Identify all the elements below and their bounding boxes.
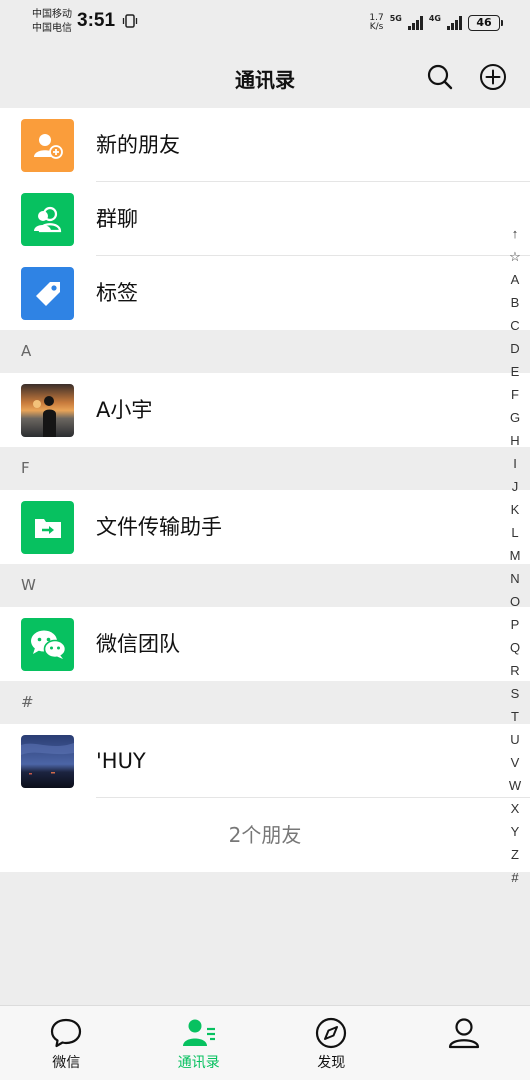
tab-discover[interactable]: 发现 bbox=[265, 1006, 398, 1080]
index-letter[interactable]: ☆ bbox=[509, 245, 521, 268]
contact-name: 微信团队 bbox=[96, 632, 180, 656]
net-type-1: 5G bbox=[389, 13, 402, 23]
vibrate-icon bbox=[122, 14, 138, 28]
group-chats-label: 群聊 bbox=[96, 207, 138, 231]
index-letter[interactable]: R bbox=[510, 659, 519, 682]
index-letter[interactable]: J bbox=[512, 475, 519, 498]
index-letter[interactable]: A bbox=[511, 268, 520, 291]
index-letter[interactable]: Q bbox=[510, 636, 520, 659]
group-icon bbox=[21, 193, 74, 246]
index-letter[interactable]: N bbox=[510, 567, 519, 590]
index-letter[interactable]: O bbox=[510, 590, 520, 613]
tags-label: 标签 bbox=[96, 281, 138, 305]
section-header-hash: # bbox=[0, 681, 530, 724]
plus-circle-icon[interactable] bbox=[478, 62, 508, 92]
tags-item[interactable]: 标签 bbox=[0, 256, 530, 330]
index-letter[interactable]: X bbox=[511, 797, 520, 820]
contact-row[interactable]: 文件传输助手 bbox=[0, 490, 530, 564]
index-letter[interactable]: P bbox=[511, 613, 520, 636]
net-type-2: 4G bbox=[428, 13, 441, 23]
index-letter[interactable]: F bbox=[511, 383, 519, 406]
index-letter[interactable]: L bbox=[511, 521, 518, 544]
status-bar: 中国移动 中国电信 3:51 1.7 K/s 5G 4G 46 bbox=[0, 0, 530, 44]
add-friend-icon bbox=[21, 119, 74, 172]
index-letter[interactable]: U bbox=[510, 728, 519, 751]
index-letter[interactable]: H bbox=[510, 429, 519, 452]
person-icon bbox=[448, 1018, 479, 1049]
tab-contacts[interactable]: 通讯录 bbox=[133, 1006, 266, 1080]
tab-me[interactable]: 我 bbox=[398, 1006, 530, 1080]
tab-chats[interactable]: 微信 bbox=[0, 1006, 133, 1080]
signal-icon-1 bbox=[407, 16, 423, 30]
bottom-tab-bar: 微信 通讯录 发现 我 bbox=[0, 1005, 530, 1080]
contacts-list: 新的朋友 群聊 标签 A A小宇 F 文件传输助手 W 微信团队 # 'HUY … bbox=[0, 108, 530, 872]
index-letter[interactable]: V bbox=[511, 751, 520, 774]
new-friends-label: 新的朋友 bbox=[96, 133, 180, 157]
tab-label: 通讯录 bbox=[177, 1055, 220, 1071]
index-letter[interactable]: Z bbox=[511, 843, 519, 866]
contacts-icon bbox=[182, 1019, 215, 1046]
index-letter[interactable]: S bbox=[511, 682, 520, 705]
contact-row[interactable]: 'HUY bbox=[0, 724, 530, 798]
friend-count: 2个朋友 bbox=[0, 798, 530, 872]
section-header-a: A bbox=[0, 330, 530, 373]
tag-icon bbox=[21, 267, 74, 320]
search-icon[interactable] bbox=[425, 62, 455, 92]
contact-name: A小宇 bbox=[96, 398, 153, 422]
clock: 3:51 bbox=[77, 10, 116, 31]
new-friends-item[interactable]: 新的朋友 bbox=[0, 108, 530, 182]
net-speed: 1.7 K/s bbox=[369, 13, 384, 32]
index-letter[interactable]: T bbox=[511, 705, 519, 728]
divider bbox=[96, 797, 530, 798]
group-chats-item[interactable]: 群聊 bbox=[0, 182, 530, 256]
alphabet-index-bar[interactable]: ↑ ☆ A B C D E F G H I J K L M N O P Q R … bbox=[506, 222, 524, 889]
compass-icon bbox=[316, 1017, 347, 1049]
tab-label: 微信 bbox=[52, 1055, 81, 1071]
chat-bubble-icon bbox=[51, 1018, 82, 1048]
file-transfer-icon bbox=[21, 501, 74, 554]
contact-avatar-sunset bbox=[21, 384, 74, 437]
carrier-1: 中国移动 bbox=[32, 9, 72, 20]
wechat-icon bbox=[21, 618, 74, 671]
index-letter[interactable]: M bbox=[510, 544, 521, 567]
index-letter[interactable]: G bbox=[510, 406, 520, 429]
status-indicators: 1.7 K/s 5G 4G 46 bbox=[369, 12, 503, 34]
index-letter[interactable]: I bbox=[513, 452, 517, 475]
section-header-w: W bbox=[0, 564, 530, 607]
index-letter[interactable]: E bbox=[511, 360, 520, 383]
header: 通讯录 bbox=[0, 44, 530, 108]
index-letter[interactable]: D bbox=[510, 337, 519, 360]
contact-name: 文件传输助手 bbox=[96, 515, 222, 539]
index-letter[interactable]: # bbox=[511, 866, 518, 889]
carrier-info: 中国移动 中国电信 bbox=[32, 8, 72, 36]
signal-icon-2 bbox=[447, 16, 462, 30]
index-letter[interactable]: B bbox=[511, 291, 520, 314]
carrier-2: 中国电信 bbox=[32, 23, 72, 34]
index-letter[interactable]: ↑ bbox=[512, 222, 519, 245]
tab-label: 发现 bbox=[317, 1055, 346, 1071]
section-header-f: F bbox=[0, 447, 530, 490]
index-letter[interactable]: Y bbox=[511, 820, 520, 843]
index-letter[interactable]: C bbox=[510, 314, 519, 337]
contact-row[interactable]: A小宇 bbox=[0, 373, 530, 447]
contact-name: 'HUY bbox=[96, 749, 146, 773]
contact-row[interactable]: 微信团队 bbox=[0, 607, 530, 681]
contact-avatar-night bbox=[21, 735, 74, 788]
battery-icon: 46 bbox=[468, 15, 503, 31]
index-letter[interactable]: K bbox=[511, 498, 520, 521]
index-letter[interactable]: W bbox=[509, 774, 521, 797]
